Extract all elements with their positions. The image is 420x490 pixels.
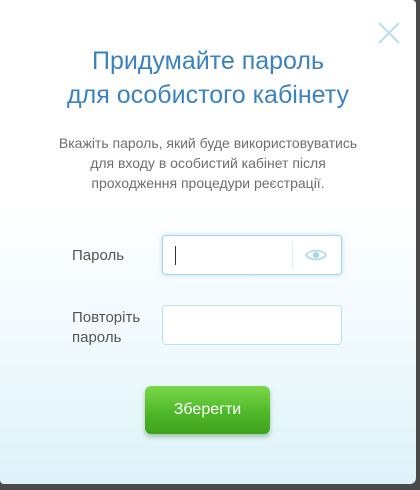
repeat-label-line-1: Повторіть xyxy=(72,309,141,326)
dialog-title-line-1: Придумайте пароль xyxy=(91,47,325,75)
eye-icon xyxy=(305,249,327,261)
text-caret xyxy=(175,246,176,265)
save-button[interactable]: Зберегти xyxy=(145,386,270,434)
show-password-button[interactable] xyxy=(304,247,328,263)
close-button[interactable] xyxy=(376,20,402,46)
description-line-1: Вкажіть пароль, який буде використовуват… xyxy=(58,135,358,151)
repeat-password-input[interactable] xyxy=(163,306,341,344)
close-icon xyxy=(378,22,400,44)
repeat-password-label: Повторіть пароль xyxy=(72,308,162,348)
description-line-3: проходження процедури реєстрації. xyxy=(91,175,325,191)
field-divider xyxy=(292,242,293,268)
dialog-title-line-2: для особистого кабінету xyxy=(67,81,349,109)
password-dialog: Придумайте пароль для особистого кабінет… xyxy=(0,0,416,484)
dialog-description: Вкажіть пароль, який буде використовуват… xyxy=(20,133,396,193)
repeat-label-line-2: пароль xyxy=(72,329,122,346)
password-field xyxy=(162,235,342,275)
dialog-title: Придумайте пароль для особистого кабінет… xyxy=(0,44,416,112)
repeat-password-field xyxy=(162,305,342,345)
password-label: Пароль xyxy=(72,247,125,264)
password-input[interactable] xyxy=(163,236,311,274)
description-line-2: для входу в особистий кабінет після xyxy=(90,155,326,171)
